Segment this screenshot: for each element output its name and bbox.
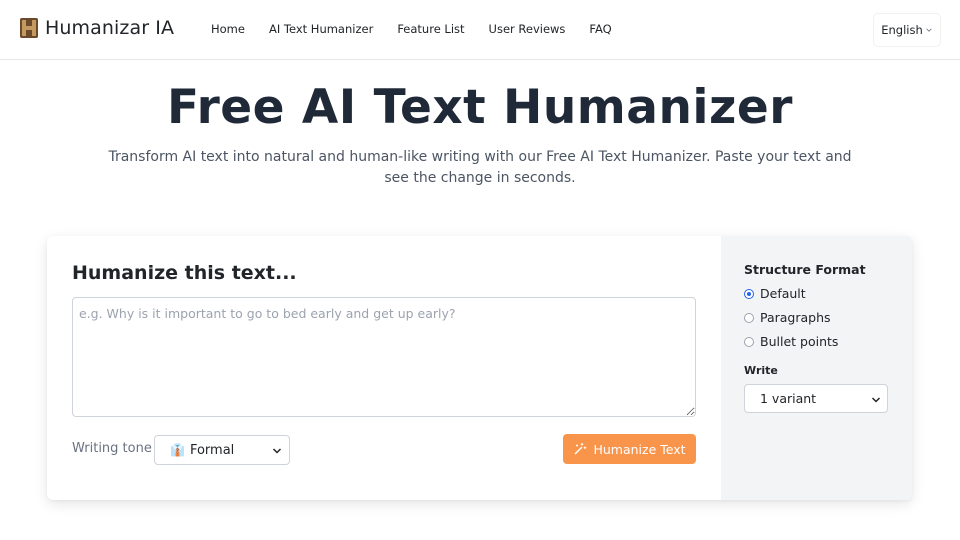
radio-default-control[interactable] — [744, 288, 754, 299]
write-label: Write — [744, 364, 778, 377]
editor-title: Humanize this text... — [72, 262, 297, 284]
variant-select[interactable]: 1 variant — [744, 384, 888, 413]
magic-wand-icon — [574, 443, 587, 455]
options-panel: Structure Format Default Paragraphs Bull… — [721, 236, 912, 500]
humanize-text-button[interactable]: Humanize Text — [563, 434, 696, 464]
humanizer-card: Humanize this text... Writing tone 👔 For… — [47, 236, 912, 500]
language-label: English — [881, 23, 923, 37]
nav-feature-list[interactable]: Feature List — [397, 22, 464, 36]
page-subtitle: Transform AI text into natural and human… — [108, 149, 852, 186]
nav-user-reviews[interactable]: User Reviews — [489, 22, 566, 36]
language-dropdown[interactable]: English — [873, 13, 941, 47]
top-navbar: Humanizar IA Home AI Text Humanizer Feat… — [0, 0, 960, 60]
humanize-button-label: Humanize Text — [593, 441, 686, 457]
chevron-down-icon — [871, 397, 881, 403]
nav-ai-text-humanizer[interactable]: AI Text Humanizer — [269, 22, 373, 36]
radio-bullet-points-control[interactable] — [744, 336, 754, 347]
variant-value: 1 variant — [760, 391, 817, 406]
writing-tone-value: Formal — [189, 442, 235, 458]
writing-tone-label: Writing tone — [72, 441, 152, 456]
input-textarea[interactable] — [72, 297, 696, 417]
logo-h-icon — [20, 18, 38, 38]
necktie-icon: 👔 — [170, 443, 185, 457]
brand-name: Humanizar IA — [45, 17, 175, 39]
chevron-down-icon — [272, 448, 282, 454]
radio-default[interactable]: Default — [744, 286, 806, 301]
main-nav: Home AI Text Humanizer Feature List User… — [211, 22, 636, 36]
radio-bullet-points-label: Bullet points — [760, 334, 839, 349]
page-title: Free AI Text Humanizer — [167, 80, 793, 135]
writing-tone-select[interactable]: 👔 Formal — [154, 435, 290, 465]
radio-paragraphs-control[interactable] — [744, 312, 754, 323]
structure-format-title: Structure Format — [744, 262, 866, 277]
nav-faq[interactable]: FAQ — [589, 22, 611, 36]
brand-logo[interactable]: Humanizar IA — [20, 17, 174, 39]
radio-default-label: Default — [760, 286, 806, 301]
radio-paragraphs[interactable]: Paragraphs — [744, 310, 831, 325]
radio-bullet-points[interactable]: Bullet points — [744, 334, 838, 349]
radio-paragraphs-label: Paragraphs — [760, 310, 831, 325]
chevron-down-icon — [926, 28, 932, 32]
nav-home[interactable]: Home — [211, 22, 245, 36]
